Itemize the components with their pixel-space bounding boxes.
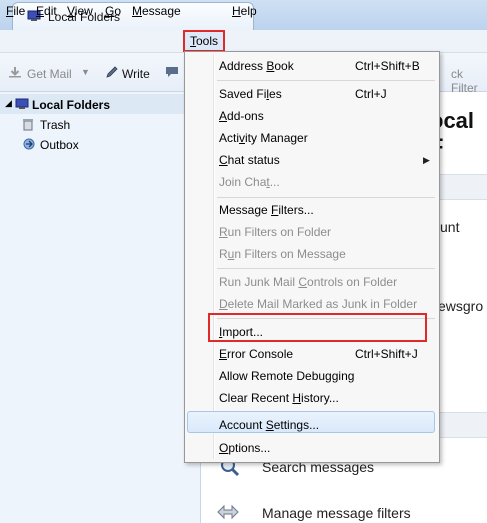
folder-pane: ◢ Local Folders Trash Outbox <box>0 92 201 523</box>
pencil-icon <box>106 66 118 78</box>
outbox-icon <box>23 138 35 150</box>
menu-item-account-settings[interactable]: Account Settings... <box>219 418 319 432</box>
menu-item-add-ons[interactable]: Add-ons <box>219 109 264 123</box>
menu-file[interactable]: File <box>6 4 25 18</box>
menu-item-error-console[interactable]: Error Console <box>219 347 293 361</box>
menu-separator <box>217 410 435 411</box>
menu-separator <box>217 80 435 81</box>
menu-item-run-junk-controls: Run Junk Mail Controls on Folder <box>219 275 398 289</box>
folder-label-outbox: Outbox <box>40 138 79 152</box>
collapse-triangle-icon[interactable]: ◢ <box>5 98 12 109</box>
import-highlight <box>208 313 427 342</box>
menu-item-join-chat: Join Chat... <box>219 175 280 189</box>
content-account-link[interactable]: unt <box>440 219 459 235</box>
menu-separator <box>217 268 435 269</box>
menu-item-delete-junk: Delete Mail Marked as Junk in Folder <box>219 297 418 311</box>
menu-item-run-filters-message: Run Filters on Message <box>219 247 346 261</box>
menu-help[interactable]: Help <box>232 4 257 18</box>
menu-separator <box>217 197 435 198</box>
menu-item-address-book[interactable]: Address Book <box>219 59 294 73</box>
menu-item-chat-status[interactable]: Chat status <box>219 153 280 167</box>
folder-outbox[interactable]: Outbox <box>0 134 200 154</box>
folder-monitor-icon <box>15 98 29 109</box>
manage-filters-link[interactable]: Manage message filters <box>262 505 411 521</box>
menu-edit[interactable]: Edit <box>36 4 57 18</box>
menu-item-options[interactable]: Options... <box>219 441 270 455</box>
menu-item-saved-files[interactable]: Saved Files <box>219 87 282 101</box>
menu-gutter <box>213 54 215 459</box>
chevron-down-icon[interactable]: ▼ <box>81 67 90 77</box>
download-icon <box>9 67 21 78</box>
tools-menu: Address Book Ctrl+Shift+B Saved Files Ct… <box>184 51 440 463</box>
shortcut-error-console: Ctrl+Shift+J <box>355 347 418 361</box>
menu-go[interactable]: Go <box>105 4 121 18</box>
quick-filter-button[interactable]: ck Filter <box>451 67 487 95</box>
menu-item-activity-manager[interactable]: Activity Manager <box>219 131 308 145</box>
menu-item-clear-history[interactable]: Clear Recent History... <box>219 391 339 405</box>
trash-icon <box>23 119 33 131</box>
folder-local-folders[interactable]: ◢ Local Folders <box>0 94 200 114</box>
menu-item-run-filters-folder: Run Filters on Folder <box>219 225 332 239</box>
folder-trash[interactable]: Trash <box>0 114 200 134</box>
chat-icon[interactable] <box>165 66 179 78</box>
menu-tools[interactable]: Tools <box>190 34 218 48</box>
filter-icon <box>217 504 239 520</box>
menu-message[interactable]: Message <box>132 4 181 18</box>
get-mail-button[interactable]: Get Mail <box>27 67 72 81</box>
menu-item-message-filters[interactable]: Message Filters... <box>219 203 314 217</box>
content-newsgroup-link[interactable]: ewsgro <box>438 298 483 314</box>
shortcut-saved-files: Ctrl+J <box>355 87 387 101</box>
submenu-arrow-icon: ▶ <box>423 155 430 165</box>
folder-label-trash: Trash <box>40 118 71 132</box>
folder-account-label: Local Folders <box>32 98 111 112</box>
write-button[interactable]: Write <box>122 67 150 81</box>
menu-bar <box>0 30 487 53</box>
menu-item-remote-debugging[interactable]: Allow Remote Debugging <box>219 369 354 383</box>
menu-view[interactable]: View <box>67 4 93 18</box>
shortcut-address-book: Ctrl+Shift+B <box>355 59 420 73</box>
